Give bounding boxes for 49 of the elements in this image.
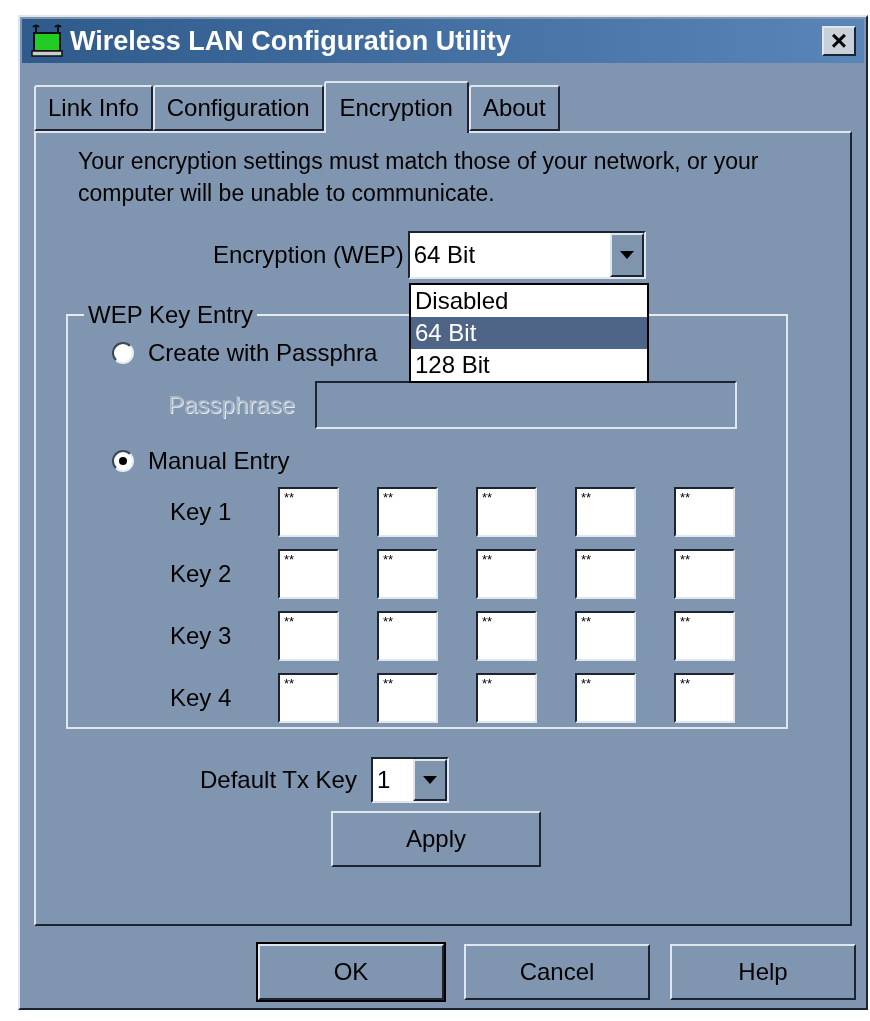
intro-text: Your encryption settings must match those of your network, or your computer will be unable to communicate. <box>78 147 760 208</box>
key-field[interactable]: ** <box>674 487 735 537</box>
radio-label: Create with Passphra <box>148 338 378 368</box>
dialog-button[interactable]: OK <box>258 944 444 1000</box>
key-field[interactable]: ** <box>278 611 339 661</box>
apply-button[interactable]: Apply <box>331 811 541 867</box>
key-field[interactable]: ** <box>476 673 537 723</box>
wireless-device-icon <box>30 24 64 58</box>
key-field[interactable]: ** <box>476 487 537 537</box>
key-field[interactable]: ** <box>377 673 438 723</box>
group-title: WEP Key Entry <box>87 300 254 330</box>
key-field[interactable]: ** <box>674 673 735 723</box>
key-field[interactable]: ** <box>278 673 339 723</box>
key-field[interactable]: ** <box>674 611 735 661</box>
tab[interactable]: Encryption <box>323 81 469 133</box>
dropdown-option[interactable]: 128 Bit <box>411 349 647 381</box>
key-label: Key 3 <box>170 621 233 651</box>
tab[interactable]: Configuration <box>152 85 324 131</box>
key-field[interactable]: ** <box>377 549 438 599</box>
key-field[interactable]: ** <box>575 549 636 599</box>
key-label: Key 1 <box>170 497 233 527</box>
tab[interactable]: Link Info <box>34 85 153 131</box>
close-button[interactable]: × <box>822 26 856 56</box>
key-field[interactable]: ** <box>278 549 339 599</box>
key-field[interactable]: ** <box>278 487 339 537</box>
dropdown-option[interactable]: Disabled <box>411 285 647 317</box>
window-title: Wireless LAN Configuration Utility <box>70 24 512 58</box>
tab[interactable]: About <box>468 85 560 131</box>
dropdown-option[interactable]: 64 Bit <box>411 317 647 349</box>
default-tx-key-label: Default Tx Key <box>200 765 357 795</box>
default-tx-key-dropdown[interactable]: 1 <box>370 757 449 803</box>
key-field[interactable]: ** <box>674 549 735 599</box>
encryption-label: Encryption (WEP) <box>213 240 404 270</box>
dialog-button[interactable]: Cancel <box>464 944 650 1000</box>
dialog-button[interactable]: Help <box>670 944 856 1000</box>
key-field[interactable]: ** <box>575 487 636 537</box>
key-field[interactable]: ** <box>476 549 537 599</box>
radio-button[interactable] <box>112 450 134 472</box>
key-label: Key 2 <box>170 559 233 589</box>
key-field[interactable]: ** <box>476 611 537 661</box>
radio-label: Manual Entry <box>148 446 290 476</box>
key-field[interactable]: ** <box>575 611 636 661</box>
radio-button[interactable] <box>112 342 134 364</box>
key-field[interactable]: ** <box>377 487 438 537</box>
encryption-dropdown[interactable]: 64 Bit <box>407 231 646 279</box>
key-field[interactable]: ** <box>575 673 636 723</box>
key-label: Key 4 <box>170 683 233 713</box>
passphrase-label: Passphrase <box>168 390 295 420</box>
key-field[interactable]: ** <box>377 611 438 661</box>
